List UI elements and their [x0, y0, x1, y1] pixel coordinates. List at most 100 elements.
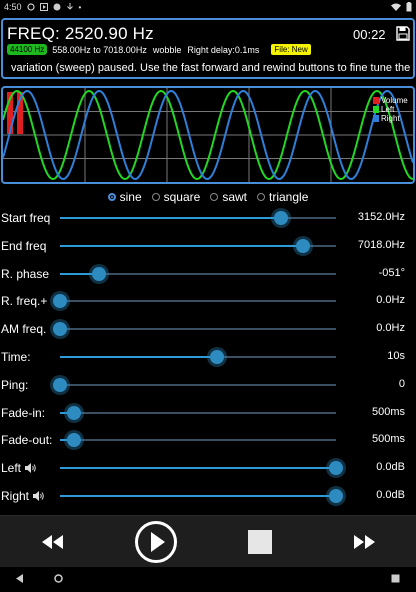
slider-label-text: AM freq. — [1, 322, 47, 337]
slider-row: Right 0.0dB — [0, 486, 416, 506]
slider-value: 0.0dB — [376, 489, 405, 501]
radio-button[interactable] — [151, 193, 160, 201]
waveform-option-sawtooth[interactable]: sawt — [210, 190, 247, 204]
system-navigation-bar — [0, 567, 416, 592]
info-details: 44100 Hz 558.00Hz to 7018.00Hz wobble Ri… — [7, 44, 311, 55]
legend-label: Volume — [381, 96, 408, 105]
slider-label-text: Time: — [1, 350, 31, 364]
slider-thumb[interactable] — [66, 405, 81, 420]
waveform-label: sine — [119, 190, 142, 204]
legend-swatch — [373, 97, 379, 104]
slider-track[interactable] — [53, 377, 336, 392]
legend-item-volume: Volume — [373, 96, 408, 105]
waveform-label: triangle — [269, 190, 309, 204]
scope-grid — [3, 88, 413, 182]
slider-label: Fade-in: — [1, 406, 45, 420]
slider-fill — [60, 217, 281, 219]
slider-thumb[interactable] — [53, 322, 67, 337]
slider-thumb[interactable] — [91, 266, 106, 281]
recents-icon[interactable] — [391, 574, 400, 583]
slider-label: AM freq. — [1, 322, 46, 336]
legend-label: Left — [381, 105, 395, 114]
waveform-plot — [3, 88, 413, 182]
waveform-label: square — [163, 190, 201, 204]
slider-row: Time: 10s — [0, 347, 416, 367]
slider-row: R. freq.+ 0.0Hz — [0, 291, 416, 311]
waveform-option-triangle[interactable]: triangle — [257, 190, 308, 204]
status-time: 4:50 — [4, 2, 22, 12]
slider-track[interactable] — [60, 238, 336, 253]
slider-track[interactable] — [60, 461, 343, 476]
slider-track[interactable] — [60, 405, 336, 420]
slider-value: 3152.0Hz — [357, 211, 405, 223]
legend-swatch — [373, 106, 379, 113]
slider-thumb[interactable] — [66, 433, 81, 448]
slider-value: 10s — [387, 350, 405, 362]
slider-fill — [60, 495, 336, 497]
play-icon — [151, 532, 165, 552]
slider-value: 0 — [398, 377, 405, 390]
slider-track[interactable] — [60, 266, 336, 281]
slider-track[interactable] — [60, 211, 336, 225]
radio-button[interactable] — [107, 193, 116, 201]
radio-button[interactable] — [257, 193, 266, 201]
slider-label: Left — [1, 461, 37, 475]
slider-value: 0.0Hz — [376, 294, 405, 307]
slider-value: 0.0Hz — [376, 322, 405, 335]
transport-controls — [0, 515, 416, 567]
play-button[interactable] — [134, 520, 178, 564]
save-icon[interactable] — [396, 26, 410, 41]
slider-fill — [60, 467, 336, 470]
slider-thumb[interactable] — [53, 294, 67, 309]
status-bar: 4:50 • — [0, 0, 416, 14]
slider-row: Left 0.0dB — [0, 458, 416, 478]
slider-label-text: Left — [1, 461, 22, 476]
waveform-option-sine[interactable]: sine — [107, 190, 142, 204]
slider-thumb[interactable] — [210, 350, 225, 364]
back-icon[interactable] — [16, 574, 24, 583]
slider-row: Fade-in: 500ms — [0, 403, 416, 423]
slider-label-text: Start freq — [1, 211, 51, 225]
slider-label-text: R. phase — [1, 266, 50, 281]
slider-track[interactable] — [53, 294, 336, 309]
slider-label-text: Fade-out: — [1, 433, 53, 448]
battery-icon — [406, 2, 412, 12]
home-icon[interactable] — [54, 574, 63, 583]
sweep-range: 558.00Hz to 7018.00Hz — [52, 44, 147, 55]
slider-label-text: End freq — [1, 238, 47, 253]
slider-track[interactable] — [53, 322, 336, 337]
more-notifications-icon: • — [78, 2, 82, 12]
slider-row: Fade-out: 500ms — [0, 430, 416, 450]
radio-button[interactable] — [210, 193, 219, 201]
settings-notification-icon — [26, 3, 35, 11]
legend-label: Right — [381, 114, 400, 123]
frequency-readout: FREQ: 2520.90 Hz — [7, 24, 154, 43]
slider-value: 500ms — [371, 405, 405, 418]
slider-fill — [60, 244, 303, 247]
slider-value: 7018.0Hz — [357, 238, 405, 251]
fast-forward-icon[interactable] — [353, 535, 375, 549]
rewind-icon[interactable] — [42, 535, 64, 549]
right-delay: Right delay:0.1ms — [187, 44, 260, 55]
slider-label: R. phase — [1, 267, 49, 281]
slider-value: 0.0dB — [376, 461, 405, 474]
slider-thumb[interactable] — [53, 377, 67, 392]
speaker-icon — [33, 491, 44, 501]
slider-track[interactable] — [60, 489, 343, 503]
waveform-label: sawt — [222, 190, 248, 204]
waveform-option-square[interactable]: square — [151, 190, 201, 204]
slider-track[interactable] — [60, 350, 336, 364]
slider-thumb[interactable] — [295, 238, 310, 253]
file-badge[interactable]: File: New — [271, 44, 311, 55]
elapsed-timer: 00:22 — [353, 27, 386, 42]
stop-button[interactable] — [248, 530, 272, 554]
slider-track[interactable] — [60, 433, 336, 448]
slider-thumb[interactable] — [273, 211, 288, 225]
slider-row: AM freq. 0.0Hz — [0, 319, 416, 339]
slider-thumb[interactable] — [329, 461, 343, 476]
media-notification-icon — [39, 3, 48, 11]
slider-row: R. phase -051° — [0, 264, 416, 284]
slider-thumb[interactable] — [329, 489, 343, 503]
app-notification-icon — [53, 3, 61, 11]
legend-swatch — [373, 115, 379, 122]
